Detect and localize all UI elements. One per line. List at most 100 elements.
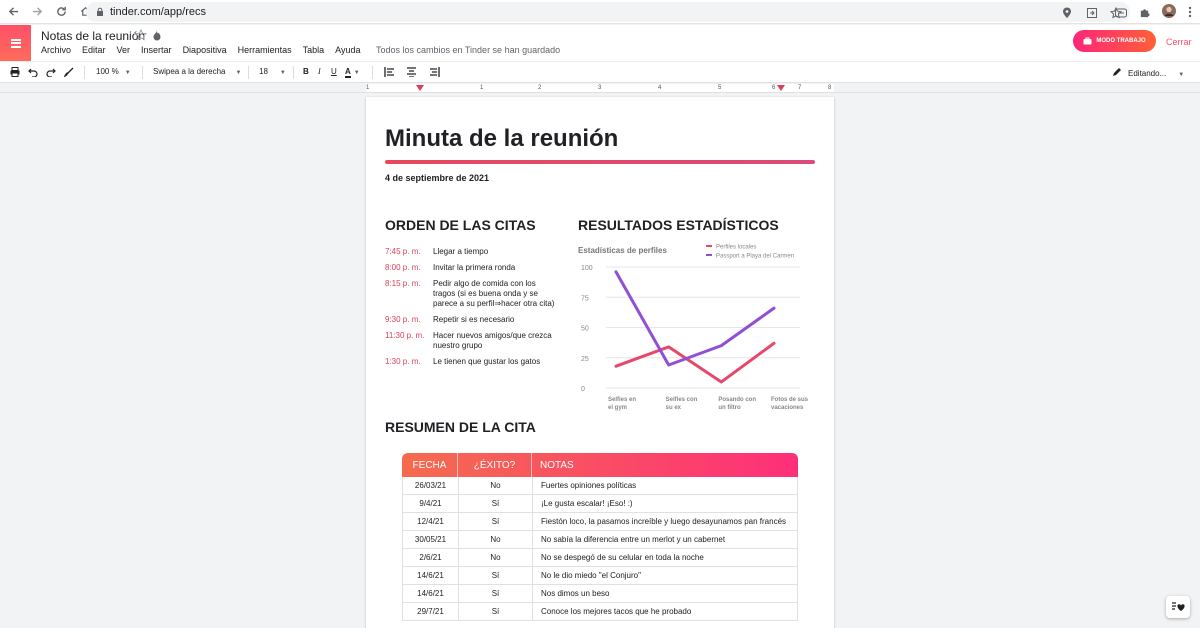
- ruler-track: 1 1 2 3 4 5 6 7 8: [366, 84, 834, 92]
- paint-format-icon[interactable]: [63, 67, 74, 79]
- italic-button[interactable]: I: [318, 67, 321, 76]
- url-text: tinder.com/app/recs: [110, 6, 206, 18]
- redo-icon[interactable]: [46, 67, 56, 79]
- cell-success: No: [459, 477, 533, 494]
- document-title[interactable]: Notas de la reunión: [41, 29, 145, 43]
- menu-bar: Archivo Editar Ver Insertar Diapositiva …: [41, 45, 372, 55]
- schedule-time: 8:15 p. m.: [385, 279, 421, 288]
- work-mode-button[interactable]: MODO TRABAJO: [1073, 30, 1156, 52]
- font-size-value: 18: [259, 67, 268, 76]
- cell-success: No: [459, 549, 533, 566]
- table-row: 14/6/21 Sí Nos dimos un beso: [402, 585, 798, 603]
- menu-herramientas[interactable]: Herramientas: [238, 45, 292, 55]
- menu-diapositiva[interactable]: Diapositiva: [183, 45, 227, 55]
- star-icon[interactable]: [134, 28, 148, 46]
- document-page[interactable]: Minuta de la reunión 4 de septiembre de …: [366, 97, 834, 628]
- cell-date: 14/6/21: [403, 567, 459, 584]
- share-icon[interactable]: [1086, 6, 1098, 18]
- cell-date: 29/7/21: [403, 603, 459, 620]
- x-tick-label: vacaciones: [771, 405, 804, 411]
- x-tick-label: Selfies con: [666, 397, 698, 403]
- align-right-icon[interactable]: [429, 67, 440, 79]
- ruler-number: 5: [718, 85, 722, 91]
- cell-date: 26/03/21: [403, 477, 459, 494]
- style-select[interactable]: Swipea a la derecha ▼: [153, 67, 241, 76]
- more-vert-icon[interactable]: [1188, 5, 1192, 23]
- ruler-number: 7: [798, 85, 802, 91]
- ruler-number: 3: [598, 85, 602, 91]
- text-color-button[interactable]: A ▼: [345, 67, 360, 78]
- list-item: 9:30 p. m. Repetir si es necesario: [385, 315, 560, 325]
- align-center-icon[interactable]: [406, 67, 417, 79]
- cell-date: 14/6/21: [403, 585, 459, 602]
- work-mode-label: MODO TRABAJO: [1096, 38, 1146, 44]
- cell-note: No sabía la diferencia entre un merlot y…: [541, 535, 726, 544]
- y-tick-label: 0: [581, 386, 585, 393]
- schedule-activity: Hacer nuevos amigos/que crezca nuestro g…: [433, 331, 552, 350]
- title-divider: [385, 160, 815, 164]
- list-item: 8:15 p. m. Pedir algo de comida con los t…: [385, 279, 560, 309]
- table-row: 14/6/21 Sí No le dio miedo "el Conjuro": [402, 567, 798, 585]
- cell-note: ¡Le gusta escalar! ¡Eso! :): [541, 499, 633, 508]
- x-tick-label: el gym: [608, 405, 627, 411]
- print-icon[interactable]: [10, 67, 20, 79]
- schedule-time: 1:30 p. m.: [385, 357, 421, 366]
- schedule-time: 7:45 p. m.: [385, 247, 421, 256]
- style-value: Swipea a la derecha: [153, 67, 226, 76]
- cell-note: Fiestón loco, la pasamos increíble y lue…: [541, 517, 787, 526]
- zoom-value: 100 %: [96, 67, 119, 76]
- hamburger-menu-button[interactable]: [0, 25, 31, 61]
- font-size-select[interactable]: 18 ▼: [259, 67, 286, 76]
- line-chart: Estadísticas de perfiles 0 25 50 75 100 Selfie…: [578, 245, 809, 412]
- undo-icon[interactable]: [28, 67, 38, 79]
- underline-button[interactable]: U: [331, 67, 337, 76]
- extension-icon[interactable]: [1115, 5, 1127, 23]
- chevron-down-icon: ▼: [353, 70, 360, 76]
- right-indent-marker[interactable]: [777, 85, 785, 91]
- flame-icon[interactable]: [152, 28, 162, 46]
- menu-archivo[interactable]: Archivo: [41, 45, 71, 55]
- menu-ver[interactable]: Ver: [117, 45, 131, 55]
- address-bar[interactable]: tinder.com/app/recs: [86, 2, 1130, 22]
- zoom-select[interactable]: 100 % ▼: [96, 67, 131, 76]
- table-row: 2/6/21 No No se despegó de su celular en t…: [402, 549, 798, 567]
- schedule-activity: Pedir algo de comida con los tragos (si …: [433, 279, 555, 308]
- x-tick-label: su ex: [666, 405, 682, 411]
- forward-icon[interactable]: [26, 1, 48, 23]
- y-tick-label: 25: [581, 356, 589, 363]
- location-icon[interactable]: [1062, 6, 1074, 18]
- reload-icon[interactable]: [50, 1, 72, 23]
- series-line-passport: [614, 270, 776, 367]
- briefcase-icon: [1083, 37, 1092, 45]
- column-header-fecha: FECHA: [402, 453, 458, 477]
- chart-title: Estadísticas de perfiles: [578, 246, 667, 255]
- ruler-number: 1: [480, 85, 484, 91]
- menu-tabla[interactable]: Tabla: [303, 45, 325, 55]
- table-row: 29/7/21 Sí Conoce los mejores tacos que he…: [402, 603, 798, 621]
- schedule-list: 7:45 p. m. Llegar a tiempo 8:00 p. m. Invi…: [385, 247, 560, 373]
- list-item: 7:45 p. m. Llegar a tiempo: [385, 247, 560, 257]
- chevron-down-icon: ▼: [279, 70, 286, 76]
- x-tick-label: un filtro: [718, 405, 741, 411]
- list-item: 8:00 p. m. Invitar la primera ronda: [385, 263, 560, 273]
- summary-heading: RESUMEN DE LA CITA: [385, 419, 536, 435]
- bold-button[interactable]: B: [303, 67, 309, 76]
- hamburger-icon: [10, 38, 21, 48]
- left-indent-marker[interactable]: [416, 85, 424, 91]
- cell-note: Conoce los mejores tacos que he probado: [541, 607, 692, 616]
- menu-ayuda[interactable]: Ayuda: [335, 45, 360, 55]
- legend-label: Perfiles locales: [716, 245, 756, 251]
- cell-note: Fuertes opiniones políticas: [541, 481, 637, 490]
- profile-avatar-icon[interactable]: [1162, 4, 1176, 23]
- align-left-icon[interactable]: [384, 67, 395, 79]
- cell-date: 2/6/21: [403, 549, 459, 566]
- feedback-button[interactable]: [1166, 596, 1190, 618]
- puzzle-icon[interactable]: [1139, 5, 1150, 23]
- back-icon[interactable]: [2, 1, 24, 23]
- menu-insertar[interactable]: Insertar: [141, 45, 172, 55]
- ruler-number: 2: [538, 85, 542, 91]
- app-header: Notas de la reunión Archivo Editar Ver I…: [0, 25, 1200, 61]
- editing-mode-select[interactable]: Editando... ▼: [1112, 67, 1184, 78]
- close-link[interactable]: Cerrar: [1166, 37, 1192, 47]
- menu-editar[interactable]: Editar: [82, 45, 106, 55]
